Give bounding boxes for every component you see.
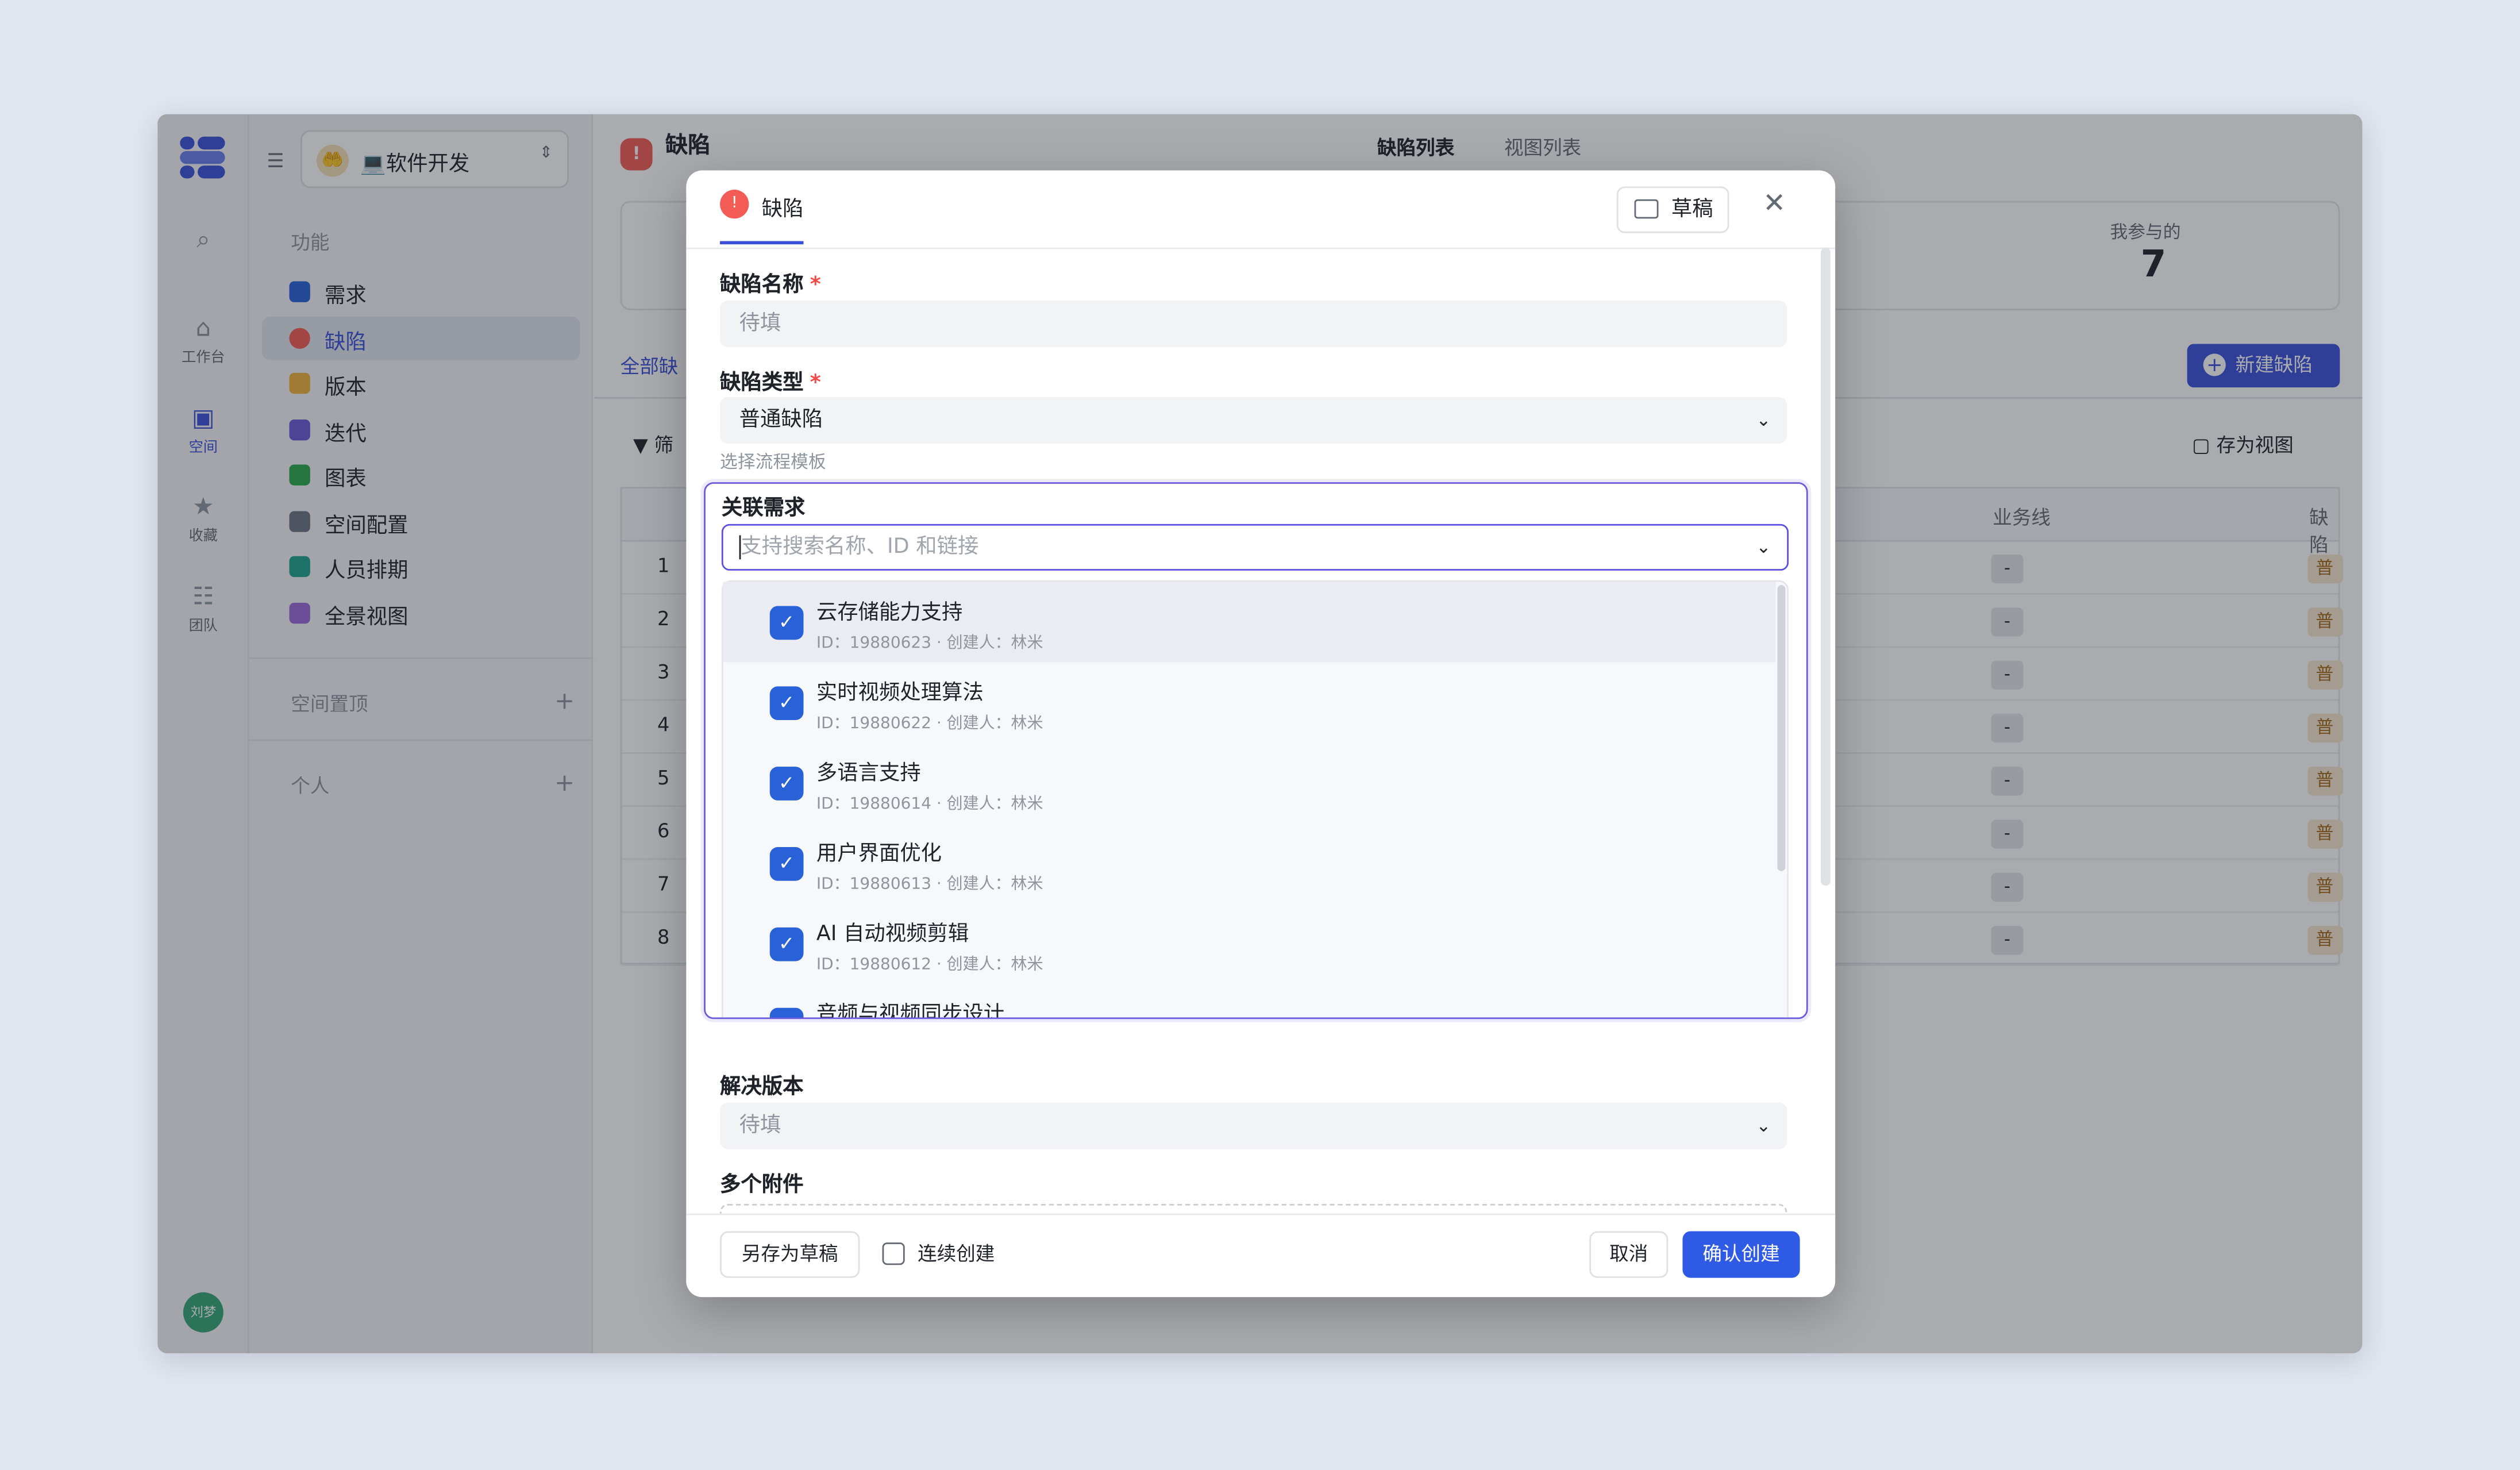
requirement-icon: ✓ bbox=[769, 1007, 804, 1018]
screen: ⌕ ⌂ 工作台 ▣ 空间 ★ 收藏 ☷ 团队 刘梦 ☰ 🤲 💻软件开发 ⇕ 功能… bbox=[0, 0, 2520, 1469]
field-label-type: 缺陷类型 * bbox=[720, 371, 821, 396]
field-label-version: 解决版本 bbox=[720, 1075, 804, 1100]
requirement-icon: ✓ bbox=[769, 767, 804, 801]
text-cursor bbox=[739, 535, 741, 560]
save-draft-button[interactable]: 另存为草稿 bbox=[720, 1231, 860, 1278]
requirement-option[interactable]: ✓ 音频与视频同步设计 bbox=[723, 984, 1776, 1018]
requirement-option[interactable]: ✓ 用户界面优化 ID：19880613 · 创建人：林米 bbox=[723, 823, 1776, 903]
requirement-option[interactable]: ✓ 实时视频处理算法 ID：19880622 · 创建人：林米 bbox=[723, 662, 1776, 742]
modal-scrollbar[interactable] bbox=[1821, 247, 1831, 886]
resolve-version-select[interactable]: 待填 ⌄ bbox=[720, 1102, 1787, 1149]
requirement-option[interactable]: ✓ 云存储能力支持 ID：19880623 · 创建人：林米 bbox=[723, 582, 1776, 663]
requirement-icon: ✓ bbox=[769, 606, 804, 640]
bug-icon: ! bbox=[720, 190, 749, 219]
requirement-dropdown: ✓ 云存储能力支持 ID：19880623 · 创建人：林米 ✓ 实时视频处理算… bbox=[721, 580, 1789, 1018]
requirement-icon: ✓ bbox=[769, 686, 804, 721]
requirement-icon: ✓ bbox=[769, 927, 804, 961]
chevron-down-icon: ⌄ bbox=[1756, 537, 1771, 558]
modal-header: ! 缺陷 草稿 ✕ bbox=[686, 170, 1836, 249]
requirement-option[interactable]: ✓ 多语言支持 ID：19880614 · 创建人：林米 bbox=[723, 742, 1776, 823]
linked-requirement-field: 关联需求 支持搜索名称、ID 和链接 ⌄ ✓ 云存储能力支持 ID：198806… bbox=[704, 482, 1808, 1019]
type-hint: 选择流程模板 bbox=[720, 451, 826, 473]
continue-create-label[interactable]: 连续创建 bbox=[918, 1239, 995, 1267]
modal-footer: 另存为草稿 连续创建 取消 确认创建 bbox=[686, 1213, 1836, 1298]
field-label-name: 缺陷名称 * bbox=[720, 273, 821, 298]
requirement-search-input[interactable]: 支持搜索名称、ID 和链接 ⌄ bbox=[721, 524, 1789, 571]
bug-type-select[interactable]: 普通缺陷 ⌄ bbox=[720, 397, 1787, 444]
bug-name-input[interactable]: 待填 bbox=[720, 301, 1787, 348]
close-icon[interactable]: ✕ bbox=[1763, 188, 1786, 220]
create-bug-modal: ! 缺陷 草稿 ✕ 缺陷名称 * 待填 缺陷类型 * 普通缺陷 ⌄ 选择流程模板 解决… bbox=[686, 170, 1836, 1298]
field-label-linked-requirement: 关联需求 bbox=[721, 497, 806, 521]
cancel-button[interactable]: 取消 bbox=[1589, 1231, 1669, 1278]
draft-button[interactable]: 草稿 bbox=[1616, 186, 1729, 233]
modal-tab-bug[interactable]: ! 缺陷 bbox=[720, 190, 804, 245]
continue-create-checkbox[interactable] bbox=[882, 1242, 905, 1265]
field-label-attachments: 多个附件 bbox=[720, 1173, 804, 1198]
confirm-create-button[interactable]: 确认创建 bbox=[1682, 1231, 1800, 1278]
chevron-down-icon: ⌄ bbox=[1756, 1115, 1771, 1137]
inbox-icon bbox=[1634, 199, 1659, 219]
requirement-option[interactable]: ✓ AI 自动视频剪辑 ID：19880612 · 创建人：林米 bbox=[723, 903, 1776, 984]
dropdown-scrollbar[interactable] bbox=[1777, 585, 1786, 871]
requirement-icon: ✓ bbox=[769, 847, 804, 881]
chevron-down-icon: ⌄ bbox=[1756, 410, 1771, 431]
